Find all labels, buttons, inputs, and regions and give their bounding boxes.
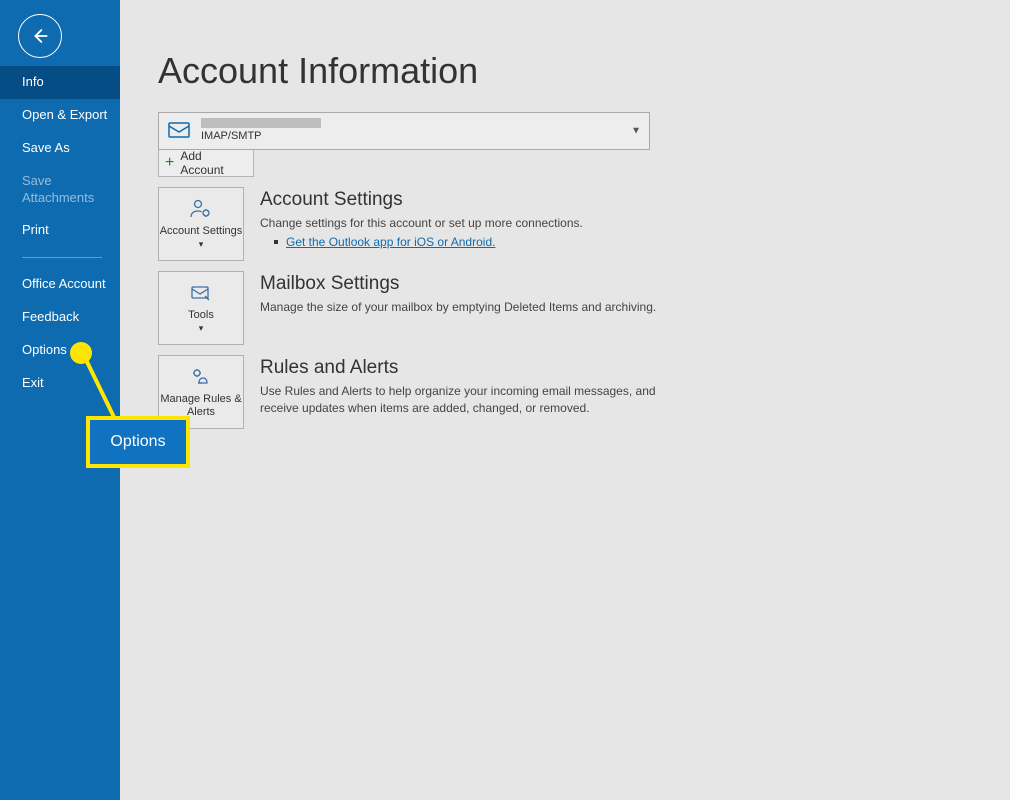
section-title: Account Settings bbox=[260, 189, 583, 211]
back-arrow-icon bbox=[29, 25, 51, 47]
sidebar-item-feedback[interactable]: Feedback bbox=[0, 301, 120, 334]
plus-icon: + bbox=[165, 154, 174, 172]
back-button[interactable] bbox=[18, 14, 62, 58]
account-type: IMAP/SMTP bbox=[201, 130, 321, 143]
account-selector[interactable]: IMAP/SMTP ▼ bbox=[158, 112, 650, 150]
section-desc: Use Rules and Alerts to help organize yo… bbox=[260, 383, 690, 418]
tile-label: Tools▾ bbox=[188, 309, 214, 335]
tile-tools[interactable]: Tools▾ bbox=[158, 271, 244, 345]
account-icon bbox=[167, 119, 191, 143]
tile-account-settings[interactable]: Account Settings ▾ bbox=[158, 187, 244, 261]
page-title: Account Information bbox=[158, 50, 1010, 92]
section-mailbox-settings: Tools▾ Mailbox Settings Manage the size … bbox=[158, 271, 1010, 345]
outlook-app-link[interactable]: Get the Outlook app for iOS or Android. bbox=[286, 235, 495, 249]
main-panel: Account Information IMAP/SMTP ▼ + Add Ac… bbox=[120, 0, 1010, 800]
user-gear-icon bbox=[187, 197, 215, 221]
section-rules-alerts: Manage Rules & Alerts Rules and Alerts U… bbox=[158, 355, 1010, 429]
sidebar-item-print[interactable]: Print bbox=[0, 214, 120, 247]
tile-label: Account Settings ▾ bbox=[159, 225, 243, 251]
sidebar-item-save-attachments: Save Attachments bbox=[0, 165, 120, 215]
section-title: Mailbox Settings bbox=[260, 273, 656, 295]
backstage-sidebar: Info Open & Export Save As Save Attachme… bbox=[0, 0, 120, 800]
section-account-settings: Account Settings ▾ Account Settings Chan… bbox=[158, 187, 1010, 261]
section-title: Rules and Alerts bbox=[260, 357, 690, 379]
tile-label: Manage Rules & Alerts bbox=[159, 393, 243, 419]
sidebar-item-info[interactable]: Info bbox=[0, 66, 120, 99]
add-account-label: Add Account bbox=[180, 149, 247, 177]
sidebar-item-save-as[interactable]: Save As bbox=[0, 132, 120, 165]
sidebar-separator bbox=[22, 257, 102, 258]
rules-alerts-icon bbox=[187, 365, 215, 389]
sidebar-item-office-account[interactable]: Office Account bbox=[0, 268, 120, 301]
annotation-dot bbox=[70, 342, 92, 364]
tile-manage-rules[interactable]: Manage Rules & Alerts bbox=[158, 355, 244, 429]
sidebar-item-options[interactable]: Options bbox=[0, 334, 120, 367]
sidebar-item-open-export[interactable]: Open & Export bbox=[0, 99, 120, 132]
section-desc: Change settings for this account or set … bbox=[260, 215, 583, 232]
add-account-button[interactable]: + Add Account bbox=[158, 149, 254, 177]
account-email-redacted bbox=[201, 118, 321, 128]
section-desc: Manage the size of your mailbox by empty… bbox=[260, 299, 656, 316]
chevron-down-icon: ▼ bbox=[631, 126, 641, 137]
mailbox-tools-icon bbox=[187, 281, 215, 305]
bullet-icon bbox=[274, 240, 278, 244]
annotation-callout: Options bbox=[90, 420, 186, 464]
